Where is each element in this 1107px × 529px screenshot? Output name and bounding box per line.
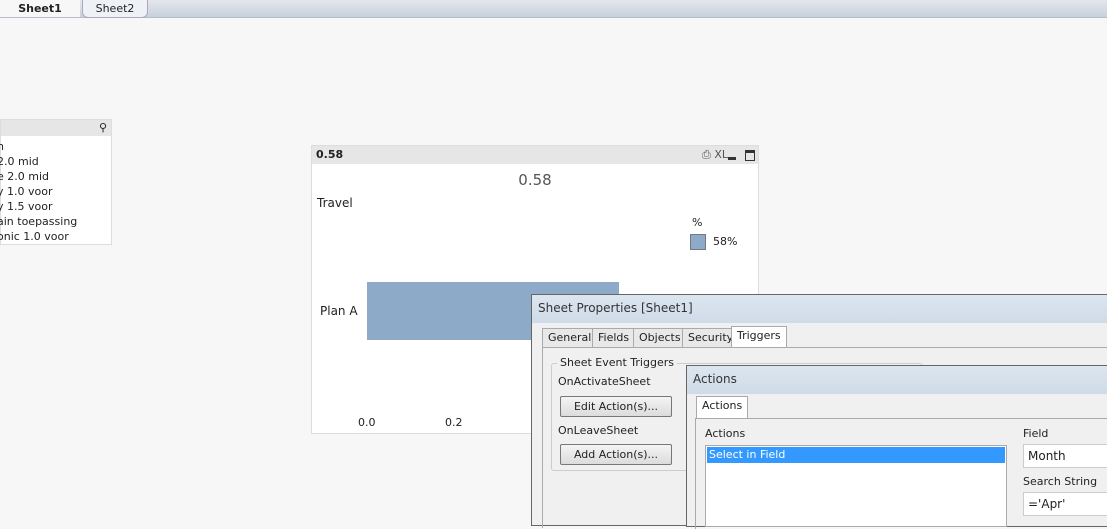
list-item[interactable]: y 1.5 voor xyxy=(0,199,111,214)
maximize-icon[interactable] xyxy=(745,150,755,161)
list-item[interactable]: ain toepassing xyxy=(0,214,111,229)
tab-fields[interactable]: Fields xyxy=(592,328,636,348)
print-icon[interactable]: ⎙ xyxy=(702,148,711,161)
tab-sheet2[interactable]: Sheet2 xyxy=(82,0,148,18)
legend-title: % xyxy=(692,216,703,229)
minimize-icon[interactable] xyxy=(728,157,736,160)
list-item[interactable]: y 1.0 voor xyxy=(0,184,111,199)
category-label: Plan A xyxy=(320,304,358,318)
edit-actions-button[interactable]: Edit Action(s)... xyxy=(560,396,672,417)
tab-general[interactable]: General xyxy=(542,328,598,348)
group-label: Sheet Event Triggers xyxy=(557,356,677,369)
caption-text: 0.58 xyxy=(316,148,344,161)
legend-swatch xyxy=(690,234,706,250)
legend-entry: 58% xyxy=(713,235,738,248)
dialog-title: Sheet Properties [Sheet1] xyxy=(532,295,1107,323)
sheet-tab-bar xyxy=(0,0,1107,18)
listbox-header: ⚲ xyxy=(1,120,111,136)
xl-export-icon[interactable]: XL xyxy=(714,148,728,161)
y-axis-label: Travel xyxy=(317,196,353,210)
tab-triggers[interactable]: Triggers xyxy=(731,326,787,348)
list-item[interactable]: h xyxy=(0,139,111,154)
chart-caption: 0.58 ⎙ XL xyxy=(312,146,758,164)
actions-list-label: Actions xyxy=(705,427,746,440)
actions-list[interactable]: Select in Field xyxy=(705,445,1007,527)
listbox: ⚲ h 2.0 mid e 2.0 mid y 1.0 voor y 1.5 v… xyxy=(0,119,112,245)
list-item[interactable]: onic 1.0 voor xyxy=(0,229,111,244)
search-string-input[interactable]: ='Apr' xyxy=(1023,492,1107,516)
list-item[interactable]: e 2.0 mid xyxy=(0,169,111,184)
tab-sheet1[interactable]: Sheet1 xyxy=(0,0,80,17)
actions-dialog: Actions Actions Actions Select in Field … xyxy=(686,365,1107,529)
tab-objects[interactable]: Objects xyxy=(633,328,687,348)
field-label: Field xyxy=(1023,427,1049,440)
on-activate-label: OnActivateSheet xyxy=(558,375,651,388)
list-item[interactable]: Select in Field xyxy=(707,447,1005,463)
field-input[interactable]: Month xyxy=(1023,444,1107,468)
list-item[interactable]: 2.0 mid xyxy=(0,154,111,169)
on-leave-label: OnLeaveSheet xyxy=(558,424,639,437)
tab-actions[interactable]: Actions xyxy=(696,396,749,418)
x-tick: 0.0 xyxy=(358,416,376,429)
add-actions-button[interactable]: Add Action(s)... xyxy=(560,444,672,465)
search-icon[interactable]: ⚲ xyxy=(99,121,107,134)
chart-title: 0.58 xyxy=(518,171,552,189)
search-string-label: Search String xyxy=(1023,475,1098,488)
x-tick: 0.2 xyxy=(445,416,463,429)
actions-dialog-title: Actions xyxy=(687,366,1107,394)
